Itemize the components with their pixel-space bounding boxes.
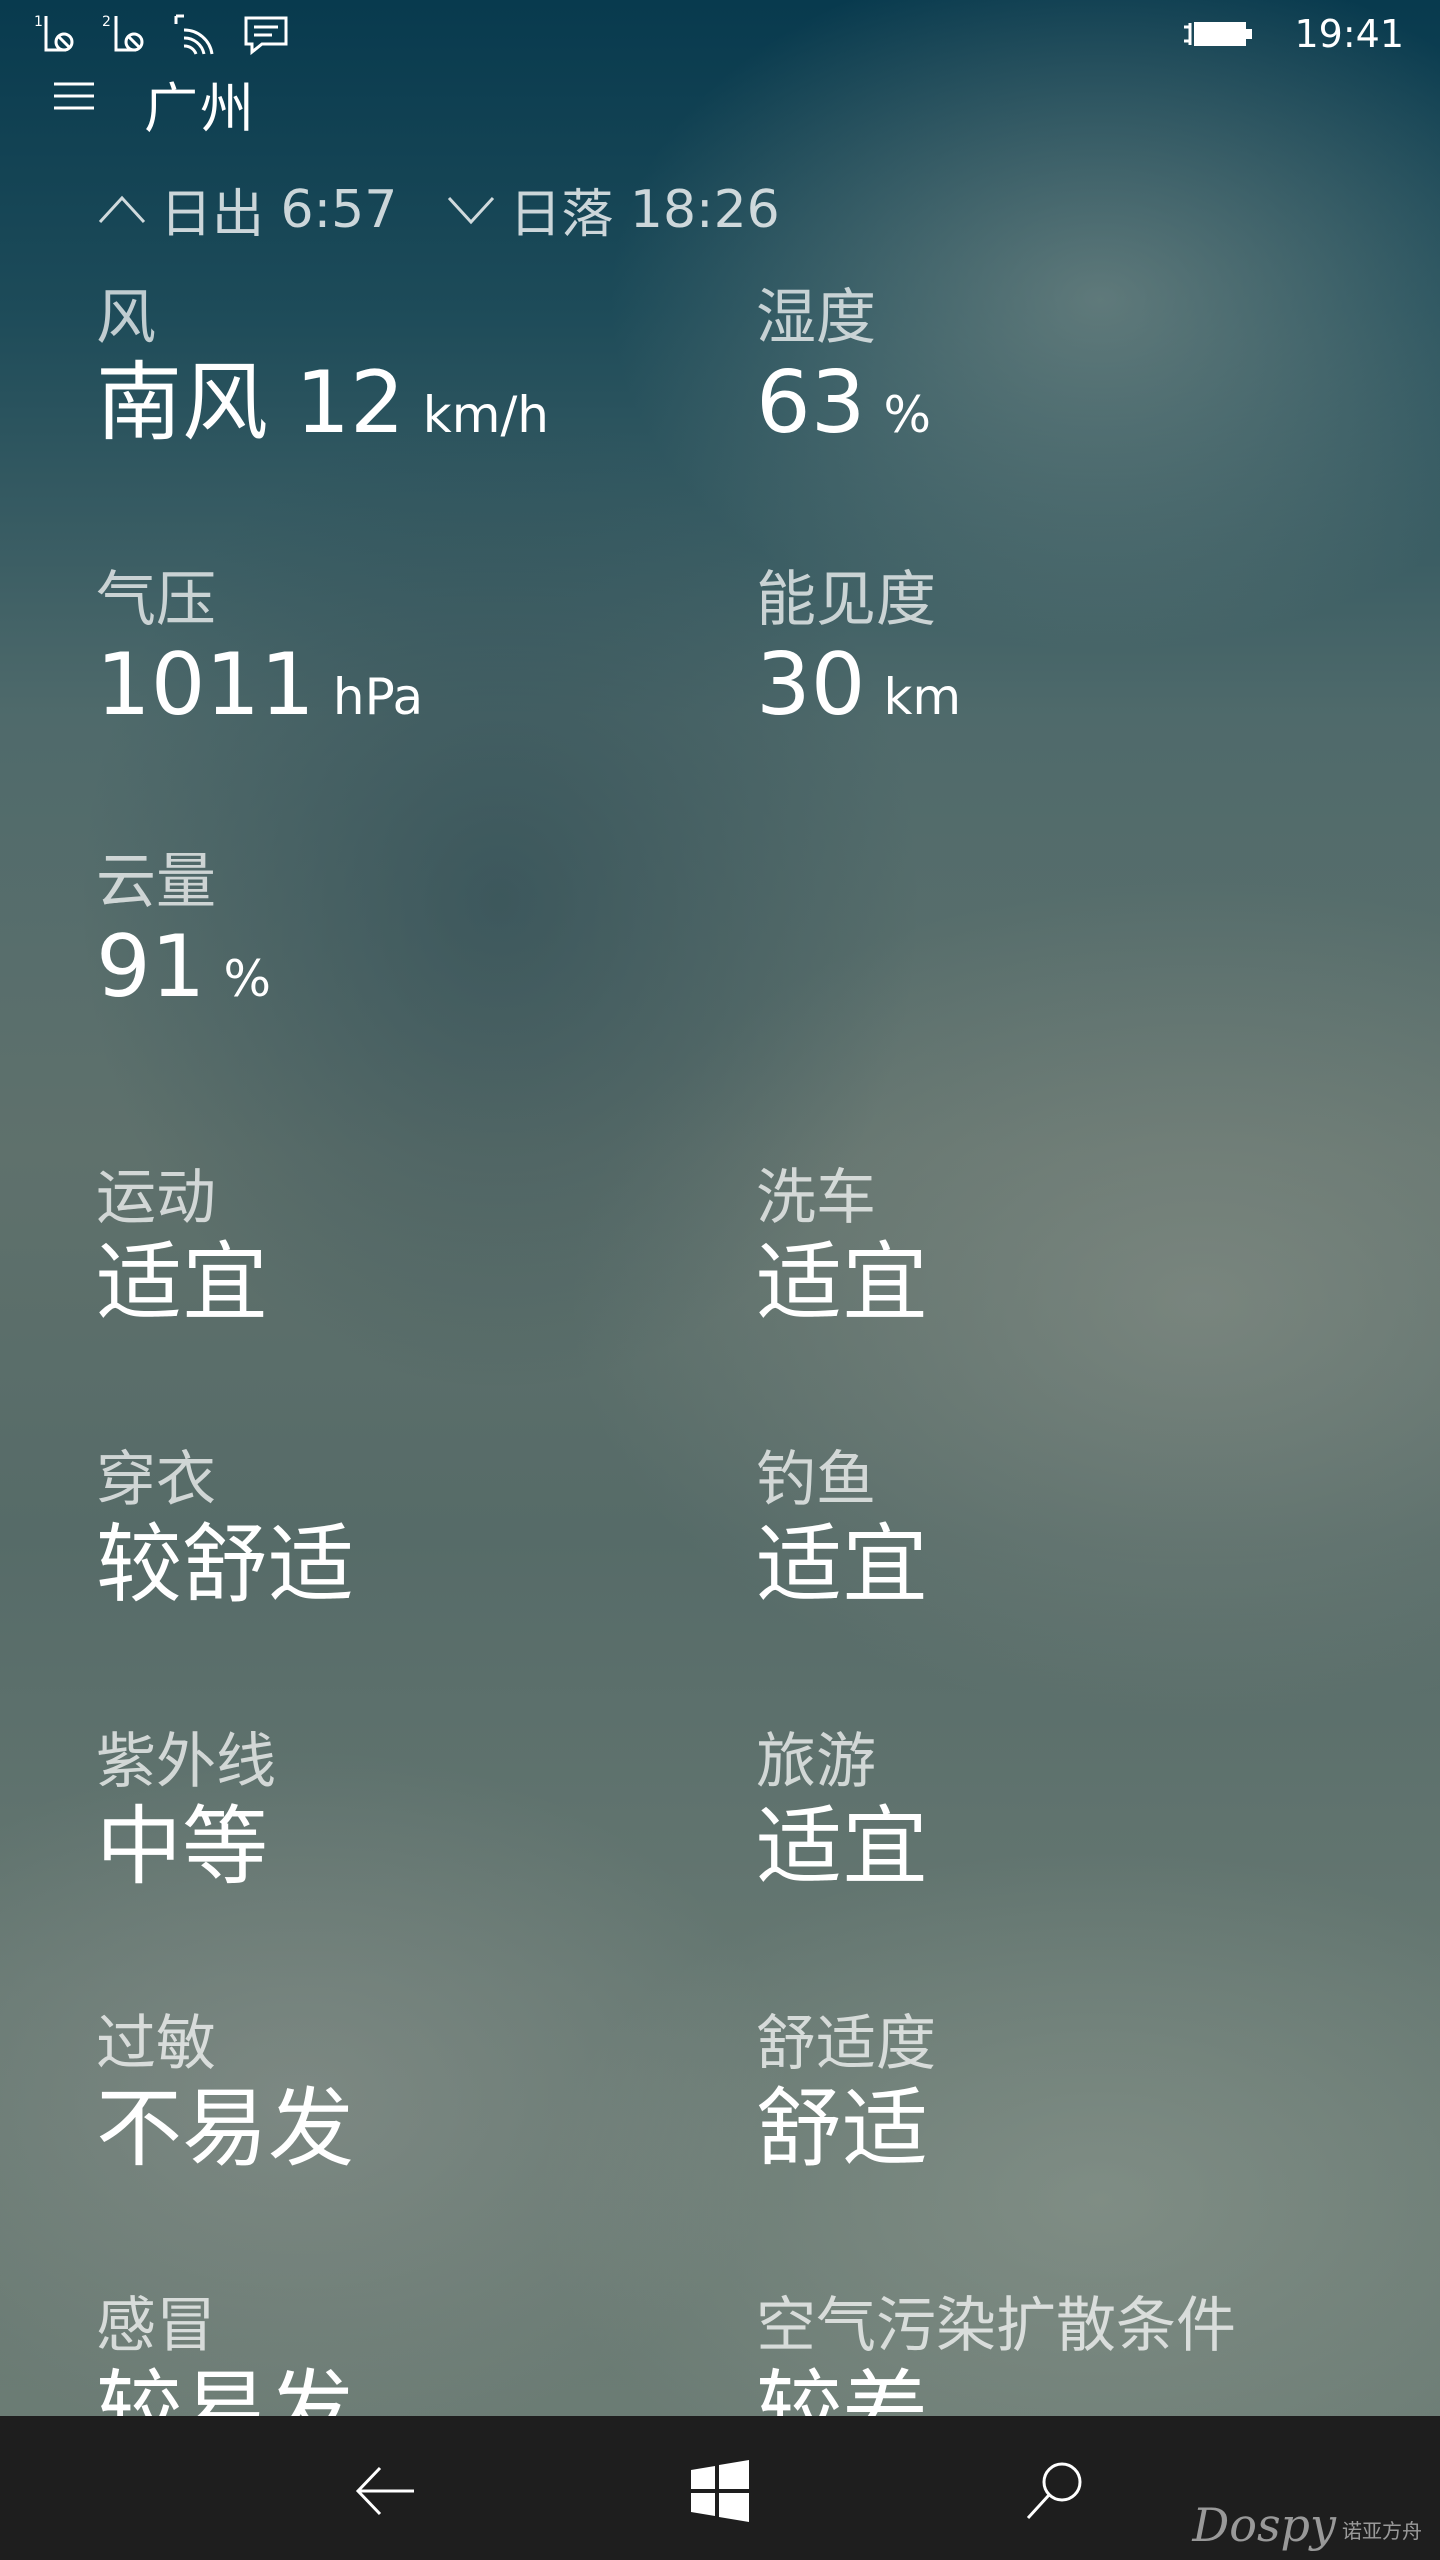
detail-wind: 风 南风 12 km/h bbox=[96, 283, 656, 465]
detail-label: 气压 bbox=[96, 565, 216, 635]
detail-value: 南风 12 km/h bbox=[96, 353, 656, 465]
index-label: 空气污染扩散条件 bbox=[756, 2291, 1236, 2361]
index-value: 舒适 bbox=[756, 2079, 928, 2179]
detail-value: 1011 hPa bbox=[96, 635, 656, 747]
detail-label: 云量 bbox=[96, 847, 216, 917]
index-sport: 运动 适宜 bbox=[96, 1163, 656, 1333]
detail-label: 能见度 bbox=[756, 565, 936, 635]
chevron-down-icon bbox=[448, 196, 495, 224]
index-value: 适宜 bbox=[756, 1797, 928, 1897]
hamburger-menu-icon[interactable] bbox=[50, 76, 98, 116]
index-label: 穿衣 bbox=[96, 1445, 216, 1515]
chevron-up-icon bbox=[98, 195, 146, 223]
detail-number: 南风 12 bbox=[96, 353, 405, 453]
search-icon[interactable] bbox=[1020, 2456, 1090, 2526]
detail-value: 30 km bbox=[756, 635, 1316, 747]
index-label: 运动 bbox=[96, 1163, 216, 1233]
index-dressing: 穿衣 较舒适 bbox=[96, 1445, 656, 1615]
index-label: 感冒 bbox=[96, 2291, 216, 2361]
index-label: 旅游 bbox=[756, 1727, 876, 1797]
city-title: 广州 bbox=[144, 77, 256, 140]
detail-label: 湿度 bbox=[756, 283, 876, 353]
detail-unit: hPa bbox=[332, 668, 424, 726]
detail-unit: km bbox=[883, 668, 962, 726]
detail-unit: % bbox=[883, 386, 931, 444]
svg-text:2: 2 bbox=[102, 14, 111, 30]
navigation-bar: Dospy 诺亚方舟 bbox=[0, 2416, 1440, 2560]
detail-label: 风 bbox=[96, 283, 156, 353]
detail-cloud-cover: 云量 91% bbox=[96, 847, 656, 1029]
index-car-wash: 洗车 适宜 bbox=[756, 1163, 1316, 1333]
detail-number: 30 bbox=[756, 635, 866, 735]
index-value: 适宜 bbox=[756, 1233, 928, 1333]
sunrise-time: 6:57 bbox=[280, 179, 398, 240]
sunset-label: 日落 bbox=[509, 185, 614, 245]
detail-unit: km/h bbox=[422, 386, 549, 444]
index-value: 较舒适 bbox=[96, 1515, 354, 1615]
index-label: 舒适度 bbox=[756, 2009, 936, 2079]
index-value: 适宜 bbox=[756, 1515, 928, 1615]
index-label: 钓鱼 bbox=[756, 1445, 876, 1515]
status-bar: 1 2 19:41 bbox=[0, 0, 1440, 70]
sim2-signal-icon: 2 bbox=[102, 14, 144, 52]
wifi-icon bbox=[174, 14, 214, 55]
detail-humidity: 湿度 63% bbox=[756, 283, 1316, 465]
detail-number: 1011 bbox=[96, 635, 315, 735]
index-uv: 紫外线 中等 bbox=[96, 1727, 656, 1897]
detail-number: 91 bbox=[96, 917, 206, 1017]
detail-value: 63% bbox=[756, 353, 1316, 465]
index-comfort: 舒适度 舒适 bbox=[756, 2009, 1316, 2179]
index-label: 过敏 bbox=[96, 2009, 216, 2079]
index-label: 紫外线 bbox=[96, 1727, 276, 1797]
watermark-logo: Dospy 诺亚方舟 bbox=[1192, 2498, 1422, 2552]
detail-unit: % bbox=[223, 950, 271, 1008]
clock: 19:41 bbox=[1294, 12, 1404, 56]
index-value: 不易发 bbox=[96, 2079, 354, 2179]
sunset-time: 18:26 bbox=[629, 179, 780, 240]
index-value: 适宜 bbox=[96, 1233, 268, 1333]
sun-times: 日出 6:57 日落 18:26 bbox=[96, 172, 780, 247]
header: 广州 bbox=[0, 62, 1440, 140]
index-label: 洗车 bbox=[756, 1163, 876, 1233]
detail-pressure: 气压 1011 hPa bbox=[96, 565, 656, 747]
windows-start-icon[interactable] bbox=[685, 2456, 755, 2526]
back-arrow-icon[interactable] bbox=[350, 2456, 420, 2526]
message-icon bbox=[244, 16, 288, 56]
index-travel: 旅游 适宜 bbox=[756, 1727, 1316, 1897]
sim1-signal-icon: 1 bbox=[34, 14, 74, 52]
index-value: 中等 bbox=[96, 1797, 268, 1897]
detail-visibility: 能见度 30 km bbox=[756, 565, 1316, 747]
detail-value: 91% bbox=[96, 917, 656, 1029]
sunrise-label: 日出 bbox=[160, 185, 265, 245]
index-fishing: 钓鱼 适宜 bbox=[756, 1445, 1316, 1615]
detail-number: 63 bbox=[756, 353, 866, 453]
index-allergy: 过敏 不易发 bbox=[96, 2009, 656, 2179]
svg-text:1: 1 bbox=[34, 14, 43, 30]
battery-charging-icon bbox=[1184, 22, 1253, 46]
